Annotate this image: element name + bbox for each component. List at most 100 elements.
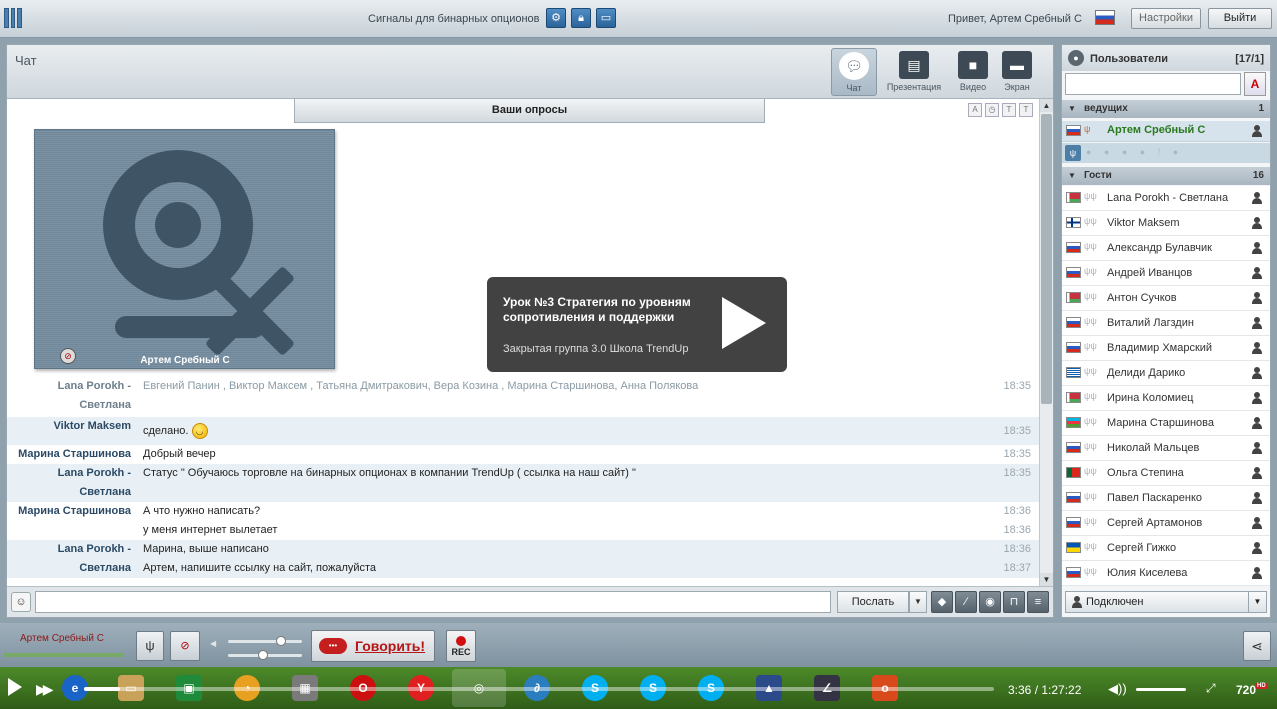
guest-user-row[interactable]: ψψ Lana Porokh - Светлана [1062,186,1270,211]
microphone-button[interactable]: ψ [136,631,164,661]
microphone-icon: ψ [1084,124,1091,134]
text-down-icon[interactable]: T [1019,103,1033,117]
microphone-icon: ψψ [1084,191,1097,201]
guest-name: Марина Старшинова [1107,417,1215,429]
guest-user-row[interactable]: ψψ Антон Сучков [1062,286,1270,311]
polls-tab[interactable]: Ваши опросы [294,99,765,123]
list-icon[interactable]: ≡ [1027,591,1049,613]
chat-scrollbar[interactable]: ▲ ▼ [1039,99,1053,586]
eye-icon[interactable]: ◉ [979,591,1001,613]
guest-user-row[interactable]: ψψ Юлия Киселева [1062,561,1270,586]
volume-slider[interactable] [1136,688,1186,691]
status-select[interactable]: Подключен ▼ [1065,591,1267,613]
settings-button[interactable]: Настройки [1131,8,1201,29]
sort-button[interactable]: A [1244,72,1266,96]
group-header-hosts[interactable]: ▼ ведущих 1 [1062,100,1270,118]
player-next-icon[interactable]: ▶▶ [36,681,53,698]
message-text: Статус " Обучаюсь торговле на бинарных о… [143,467,636,479]
guest-user-row[interactable]: ψψ Делиди Дарико [1062,361,1270,386]
speaker-volume-slider[interactable] [228,636,302,646]
message-input[interactable] [35,591,831,613]
guest-user-row[interactable]: ψψ Сергей Артамонов [1062,511,1270,536]
users-search-input[interactable] [1065,73,1241,95]
slider-handle[interactable] [276,636,286,646]
share-button[interactable]: ⋖ [1243,631,1271,661]
gear-icon[interactable]: ⚙ [546,8,566,28]
greeting-text: Привет, Артем Сребный С [948,13,1082,25]
send-button[interactable]: Послать [837,591,909,613]
person-icon [1252,417,1262,429]
message-time: 18:35 [1003,425,1031,437]
chevron-down-icon[interactable]: ▼ [909,591,927,613]
scroll-down-icon[interactable]: ▼ [1040,573,1053,586]
guest-user-row[interactable]: ψψ Андрей Иванцов [1062,261,1270,286]
speaker-icon: ◀ [210,639,217,648]
emoji-icon[interactable]: ☺ [11,592,31,612]
message-author[interactable]: Lana Porokh - Светлана [7,377,131,415]
lesson-subtitle: Закрытая группа 3.0 Школа TrendUp [503,343,689,355]
speak-label: Говорить! [355,638,426,654]
guest-user-row[interactable]: ψψ Александр Булавчик [1062,236,1270,261]
guest-user-row[interactable]: ψψ Марина Старшинова [1062,411,1270,436]
mode-screen-button[interactable]: ▬ Экран [999,48,1035,96]
link-icon[interactable]: ∕ [955,591,977,613]
scroll-thumb[interactable] [1041,114,1052,404]
mode-presentation-button[interactable]: ▤ Презентация [881,48,947,96]
microphone-on-icon[interactable]: ψ [1065,145,1081,161]
lock-icon[interactable]: ⊓ [1003,591,1025,613]
guest-user-row[interactable]: ψψ Сергей Гижко [1062,536,1270,561]
clock-icon[interactable]: ◷ [985,103,999,117]
guest-user-row[interactable]: ψψ Павел Паскаренко [1062,486,1270,511]
eraser-icon[interactable]: ◆ [931,591,953,613]
speak-button[interactable]: ••• Говорить! [311,630,435,662]
guest-user-row[interactable]: ψψ Ольга Степина [1062,461,1270,486]
player-play-icon[interactable] [8,678,22,696]
mode-video-label: Видео [959,82,987,92]
video-overlay-card[interactable]: Урок №3 Стратегия по уровням сопротивлен… [487,277,787,372]
message-time: 18:36 [1003,524,1031,536]
mode-video-button[interactable]: ■ Видео [955,48,991,96]
room-title: Сигналы для бинарных опционов [368,13,540,25]
fullscreen-icon[interactable]: ⤢ [1206,681,1216,696]
guest-user-row[interactable]: ψψ Виталий Лагздин [1062,311,1270,336]
guest-user-row[interactable]: ψψ Viktor Maksem [1062,211,1270,236]
flag-by-icon [1066,192,1081,203]
window-icon[interactable]: ▭ [596,8,616,28]
volume-icon[interactable]: ◀)) [1108,681,1127,697]
lock-icon[interactable]: 🔒︎ [571,8,591,28]
record-button[interactable]: REC [446,630,476,662]
quality-selector[interactable]: 720HD [1236,683,1267,697]
host-user-row[interactable]: ψ Артем Сребный С [1062,121,1270,142]
guest-user-row[interactable]: ψψ Владимир Хмарский [1062,336,1270,361]
message-author[interactable]: Марина Старшинова [7,445,131,464]
microphone-icon: ψψ [1084,541,1097,551]
microphone-icon: ψψ [1084,491,1097,501]
camera-off-button[interactable]: ⊘ [170,631,200,661]
hd-badge: HD [1256,683,1267,689]
scroll-up-icon[interactable]: ▲ [1040,99,1053,112]
guest-name: Александр Булавчик [1107,242,1212,254]
language-flag-icon[interactable] [1095,10,1115,25]
message-author[interactable]: Viktor Maksem [7,417,131,436]
play-icon[interactable] [722,297,766,349]
text-up-icon[interactable]: T [1002,103,1016,117]
font-decrease-icon[interactable]: A [968,103,982,117]
message-text: у меня интернет вылетает [143,524,278,536]
message-author[interactable]: Lana Porokh - Светлана [7,464,131,502]
person-icon [1252,292,1262,304]
message-author[interactable]: Марина Старшинова [7,502,131,521]
slider-handle[interactable] [258,650,268,660]
guest-user-row[interactable]: ψψ Николай Мальцев [1062,436,1270,461]
guest-user-row[interactable]: ψψ Ирина Коломиец [1062,386,1270,411]
mode-chat-label: Чат [846,83,862,93]
video-camera-icon: ■ [958,51,988,79]
group-header-guests[interactable]: ▼ Гости 16 [1062,167,1270,185]
logout-button[interactable]: Выйти [1208,8,1272,29]
lesson-title: Урок №3 Стратегия по уровням сопротивлен… [503,295,691,324]
chat-message: Lana Porokh - Светлана Статус " Обучаюсь… [7,464,1039,502]
message-time: 18:35 [1003,448,1031,460]
host-tool-icons[interactable]: ● ● ● ● ! ● [1086,147,1183,157]
mic-volume-slider[interactable] [228,650,302,660]
mode-chat-button[interactable]: 💬︎ Чат [831,48,877,96]
player-progress-bar[interactable] [84,687,994,691]
